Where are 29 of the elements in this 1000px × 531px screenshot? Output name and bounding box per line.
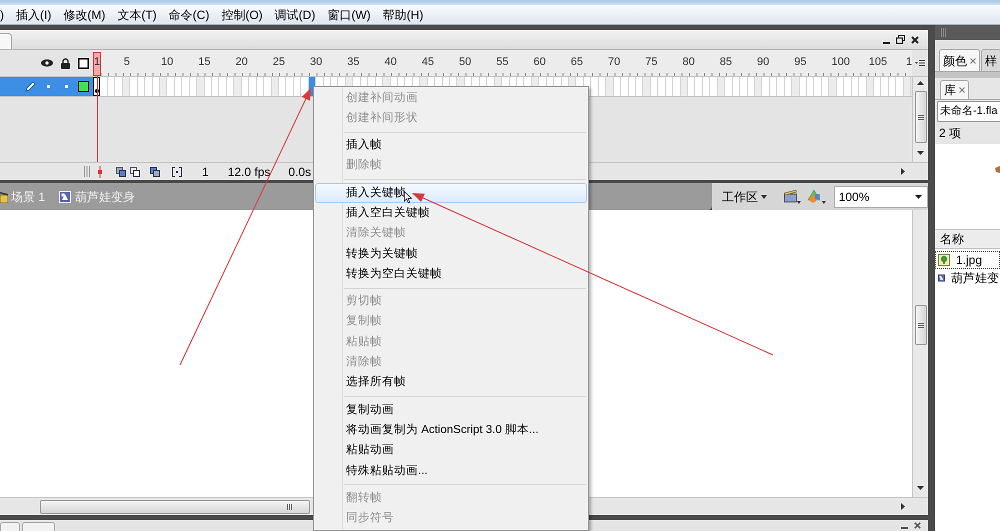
item-name: 1.jpg [956,252,982,269]
item-count: 2 项 [938,125,962,142]
frame-number: 70 [608,55,620,69]
frame-rate: 12.0 fps [228,164,270,180]
frame-number: 85 [720,55,732,69]
frame-number: 90 [757,55,770,69]
frame-number: 80 [682,55,695,69]
frame-number: 25 [272,55,286,69]
frame-number: 65 [570,55,584,69]
frame-number: 55 [496,55,509,69]
frame-number: 95 [794,55,807,69]
frame-number: 1 [94,55,100,69]
frame-number: 15 [198,55,211,69]
frame-number: 105 [868,55,888,69]
frame-number: 10 [161,55,174,69]
frame-number: 1 [906,55,912,69]
frame-number: 30 [310,55,322,69]
frame-number: 45 [422,55,434,69]
current-frame: 1 [202,162,209,180]
frame-number: 100 [832,55,850,69]
frame-number: 5 [124,55,130,69]
frame-number: 75 [645,55,658,69]
frame-number: 35 [347,55,360,69]
frame-number: 40 [384,55,397,69]
elapsed-time: 0.0s [288,164,312,180]
frame-number: 20 [236,55,248,69]
frame-number: 60 [534,55,546,69]
item-name: 葫芦娃变 [951,270,999,287]
frame-number: 50 [459,55,472,69]
